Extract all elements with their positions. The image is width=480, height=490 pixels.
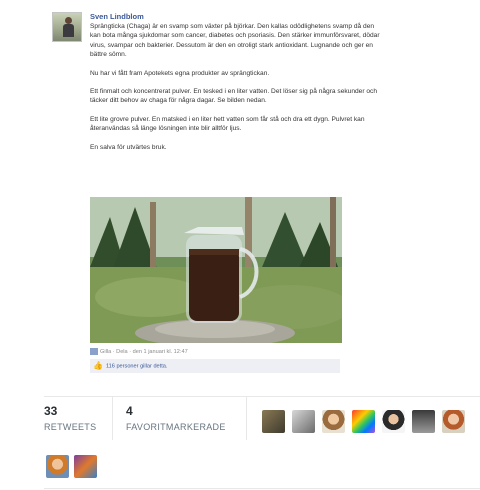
post-meta-text[interactable]: Gilla · Dela · den 1 januari kl. 12:47 [100, 349, 188, 355]
post-paragraph: Nu har vi fått fram Apotekets egna produ… [90, 69, 270, 77]
user-avatar[interactable] [412, 410, 435, 433]
post-paragraph: Ett lite grovre pulver. En matsked i en … [90, 115, 365, 133]
facebook-logo-icon [90, 348, 98, 355]
user-avatar[interactable] [442, 410, 465, 433]
post-content: Sven Lindblom Sprängticka (Chaga) är en … [90, 12, 380, 161]
author-avatar[interactable] [52, 12, 82, 42]
user-avatar[interactable] [74, 455, 97, 478]
favorites-count: 4 [126, 404, 133, 418]
retweets-count: 33 [44, 404, 58, 418]
tweet-stats: 33 RETWEETS 4 FAVORITMARKERADE [0, 396, 480, 442]
post-meta: Gilla · Dela · den 1 januari kl. 12:47 [90, 348, 188, 355]
author-name[interactable]: Sven Lindblom [90, 12, 380, 22]
retweets-stat[interactable]: 33 RETWEETS [44, 404, 96, 433]
favorites-label: FAVORITMARKERADE [126, 422, 226, 432]
like-count-text[interactable]: 116 personer gillar detta. [106, 363, 167, 369]
post-paragraph: Sprängticka (Chaga) är en svamp som växt… [90, 23, 380, 59]
stat-separator [112, 396, 113, 440]
user-avatar[interactable] [292, 410, 315, 433]
avatar-body [63, 24, 74, 37]
user-avatar[interactable] [46, 455, 69, 478]
divider [44, 488, 480, 489]
user-avatar[interactable] [262, 410, 285, 433]
post-paragraph: Ett finmalt och koncentrerat pulver. En … [90, 88, 377, 105]
user-avatar[interactable] [322, 410, 345, 433]
post-photo[interactable] [90, 197, 342, 343]
like-summary: 👍 116 personer gillar detta. [90, 359, 340, 373]
user-avatar[interactable] [352, 410, 375, 433]
avatar-head [65, 17, 72, 24]
retweets-label: RETWEETS [44, 422, 97, 432]
thumbs-up-icon: 👍 [93, 361, 103, 370]
stat-separator [246, 396, 247, 440]
user-avatar[interactable] [382, 410, 405, 433]
post-paragraph: En salva för utvärtes bruk. [90, 143, 167, 151]
favorites-stat[interactable]: 4 FAVORITMARKERADE [126, 404, 226, 433]
